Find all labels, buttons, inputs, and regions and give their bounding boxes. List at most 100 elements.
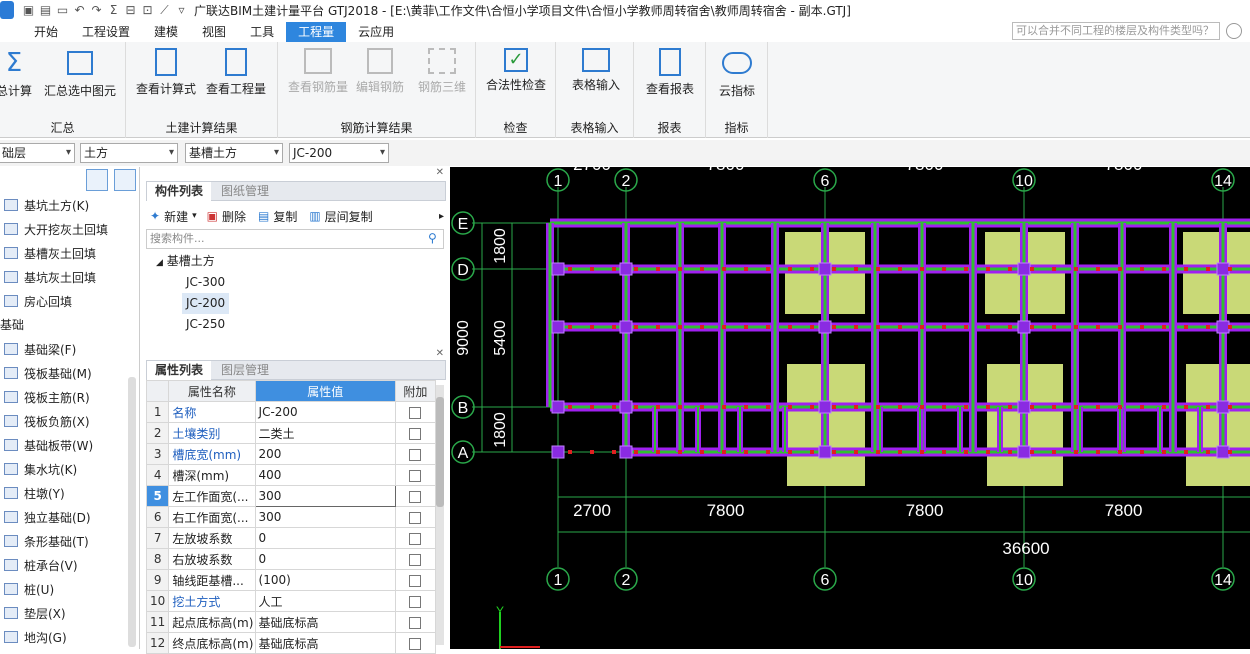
floor-copy-button[interactable]: 层间复制 (325, 208, 373, 225)
edit-rebar-button[interactable]: 编辑钢筋 (350, 48, 410, 95)
attach-checkbox[interactable] (409, 469, 422, 482)
property-row[interactable]: 8 右放坡系数 0 (145, 548, 437, 570)
view-report-button[interactable]: 查看报表 (640, 48, 700, 97)
tab-project-settings[interactable]: 工程设置 (70, 22, 142, 42)
attach-checkbox[interactable] (409, 406, 422, 419)
grid-view-icon[interactable] (114, 169, 136, 191)
nav-item[interactable]: 桩(U) (0, 577, 139, 601)
nav-item[interactable]: 基础板带(W) (0, 433, 139, 457)
tab-component-list[interactable]: 构件列表 (147, 182, 212, 202)
collapse-icon[interactable]: ◢ (156, 258, 163, 268)
floor-select[interactable]: 础层 (0, 143, 75, 163)
undo-icon[interactable]: ↶ (71, 3, 88, 17)
nav-item[interactable]: 条形基础(T) (0, 529, 139, 553)
component-select[interactable]: JC-200 (289, 143, 389, 163)
nav-item[interactable]: 筏板基础(M) (0, 361, 139, 385)
tab-tools[interactable]: 工具 (238, 22, 286, 42)
attach-checkbox[interactable] (409, 637, 422, 650)
more-icon[interactable]: ▿ (173, 3, 190, 17)
attach-checkbox[interactable] (409, 616, 422, 629)
property-row[interactable]: 9 轴线距基槽... (100) (145, 569, 437, 591)
property-row[interactable]: 1 名称 JC-200 (145, 401, 437, 423)
nav-item[interactable]: 基槽灰土回填 (0, 241, 139, 265)
new-button[interactable]: 新建 (164, 208, 188, 225)
close-icon[interactable]: ✕ (436, 348, 444, 359)
property-value[interactable]: 0 (254, 548, 396, 570)
property-row[interactable]: 10 挖土方式 人工 (145, 590, 437, 612)
nav-item[interactable]: 筏板主筋(R) (0, 385, 139, 409)
property-value[interactable]: 基础底标高 (254, 611, 396, 633)
sum-icon[interactable]: Σ (105, 3, 122, 17)
tree-item[interactable]: JC-250 (146, 314, 446, 335)
property-row[interactable]: 3 槽底宽(mm) 200 (145, 443, 437, 465)
nav-item[interactable]: 柱墩(Y) (0, 481, 139, 505)
view-formula-button[interactable]: 查看计算式 (134, 48, 198, 97)
attach-checkbox[interactable] (409, 490, 422, 503)
nav-item[interactable]: 筏板负筋(X) (0, 409, 139, 433)
property-row[interactable]: 12 终点底标高(m) 基础底标高 (145, 632, 437, 654)
category-select[interactable]: 土方 (80, 143, 178, 163)
tree-group[interactable]: ◢ 基槽土方 (146, 251, 446, 272)
tab-drawing-management[interactable]: 图纸管理 (213, 182, 277, 202)
property-value[interactable]: 300 (254, 506, 396, 528)
copy-button[interactable]: 复制 (273, 208, 297, 225)
property-row[interactable]: 4 槽深(mm) 400 (145, 464, 437, 486)
tab-modeling[interactable]: 建模 (142, 22, 190, 42)
search-icon[interactable]: ⚲ (428, 231, 437, 245)
property-value[interactable]: JC-200 (254, 401, 396, 423)
nav-item[interactable]: 地沟(G) (0, 625, 139, 649)
property-row[interactable]: 5 左工作面宽(... 300 (145, 485, 437, 507)
tree-item-selected[interactable]: JC-200 (146, 293, 446, 314)
export-icon[interactable]: ⊟ (122, 3, 139, 17)
component-search-input[interactable]: 搜索构件... (146, 229, 444, 249)
new-file-icon[interactable]: ▤ (37, 3, 54, 17)
nav-scrollbar[interactable] (128, 377, 136, 647)
property-value[interactable]: (100) (254, 569, 396, 591)
dropdown-arrow-icon[interactable]: ▾ (192, 211, 197, 221)
nav-category-foundation[interactable]: 基础 (0, 313, 139, 337)
nav-item[interactable]: 基坑灰土回填 (0, 265, 139, 289)
property-value[interactable]: 人工 (254, 590, 396, 612)
measure-icon[interactable]: ⟋ (156, 3, 173, 18)
summarize-selected-button[interactable]: 汇总选中图元 (40, 48, 120, 99)
nav-item[interactable]: 基坑土方(K) (0, 193, 139, 217)
nav-item[interactable]: 独立基础(D) (0, 505, 139, 529)
property-row[interactable]: 6 右工作面宽(... 300 (145, 506, 437, 528)
tab-layer-management[interactable]: 图层管理 (213, 361, 277, 381)
tab-start[interactable]: 开始 (22, 22, 70, 42)
nav-item[interactable]: 房心回填 (0, 289, 139, 313)
nav-item[interactable]: 垫层(X) (0, 601, 139, 625)
open-folder-icon[interactable]: ▭ (54, 3, 71, 17)
attach-checkbox[interactable] (409, 553, 422, 566)
user-avatar-icon[interactable] (1226, 23, 1242, 39)
attach-checkbox[interactable] (409, 511, 422, 524)
nav-item[interactable]: 桩承台(V) (0, 553, 139, 577)
property-row[interactable]: 2 土壤类别 二类土 (145, 422, 437, 444)
property-value[interactable]: 基础底标高 (254, 632, 396, 654)
nav-item[interactable]: 大开挖灰土回填 (0, 217, 139, 241)
property-row[interactable]: 11 起点底标高(m) 基础底标高 (145, 611, 437, 633)
attach-checkbox[interactable] (409, 448, 422, 461)
draw-icon[interactable]: ⊡ (139, 3, 156, 17)
nav-item[interactable]: 基础梁(F) (0, 337, 139, 361)
attach-checkbox[interactable] (409, 574, 422, 587)
validity-check-button[interactable]: ✓ 合法性检查 (484, 48, 548, 93)
type-select[interactable]: 基槽土方 (185, 143, 283, 163)
cloud-index-button[interactable]: 云指标 (712, 48, 762, 99)
redo-icon[interactable]: ↷ (88, 3, 105, 17)
scroll-thumb[interactable] (436, 397, 444, 507)
attach-checkbox[interactable] (409, 532, 422, 545)
property-value[interactable]: 200 (254, 443, 396, 465)
list-view-icon[interactable] (86, 169, 108, 191)
close-icon[interactable]: ✕ (436, 167, 444, 178)
table-input-button[interactable]: 表格输入 (564, 48, 628, 93)
property-scrollbar[interactable] (436, 385, 444, 645)
rebar-3d-button[interactable]: 钢筋三维 (412, 48, 472, 95)
save-icon[interactable]: ▣ (20, 3, 37, 17)
total-calc-button[interactable]: Σ 总计算 (0, 48, 34, 99)
tab-property-list[interactable]: 属性列表 (147, 361, 212, 381)
tab-view[interactable]: 视图 (190, 22, 238, 42)
attach-checkbox[interactable] (409, 595, 422, 608)
help-search-input[interactable]: 可以合并不同工程的楼层及构件类型吗？ (1012, 22, 1220, 40)
expand-icon[interactable]: ▸ (439, 211, 444, 222)
